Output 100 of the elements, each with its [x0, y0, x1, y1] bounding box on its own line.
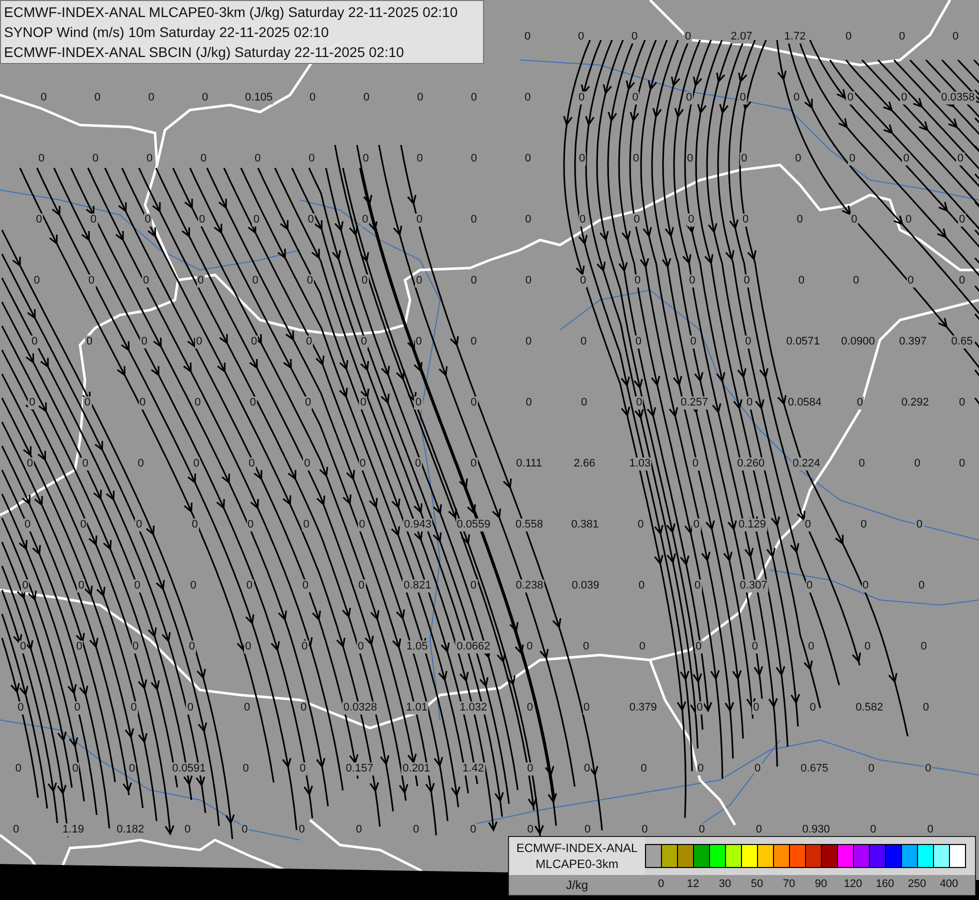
- value-label: 0.129: [737, 518, 767, 532]
- value-label: 0: [688, 274, 696, 288]
- value-label: 0: [298, 762, 307, 776]
- value-label: 0: [302, 518, 310, 532]
- value-label: 0: [248, 458, 256, 470]
- value-label: 0: [754, 762, 762, 776]
- value-label: 0: [415, 214, 424, 226]
- value-label: 0: [356, 640, 365, 654]
- value-label: 0.558: [514, 518, 544, 532]
- value-label: 0: [87, 274, 96, 288]
- value-label: 0.0591: [171, 762, 207, 776]
- value-label: 0: [135, 518, 144, 532]
- value-label: 0: [958, 274, 966, 288]
- value-label: 0: [303, 458, 312, 470]
- value-label: 0: [850, 214, 858, 226]
- value-label: 0: [740, 152, 748, 166]
- value-label: 0: [252, 214, 261, 226]
- value-label: 0: [361, 214, 370, 226]
- value-label: 0: [73, 702, 82, 714]
- value-label: 0: [244, 640, 252, 654]
- value-label: 0: [902, 152, 910, 166]
- value-label: 0.0358: [940, 92, 976, 104]
- value-label: 0: [133, 580, 142, 592]
- value-label: 1.05: [405, 640, 429, 654]
- value-label: 0: [862, 580, 870, 592]
- legend-title: MLCAPE0-3km: [536, 856, 618, 872]
- header-line: ECMWF-INDEX-ANAL MLCAPE0-3km (J/kg) Saturday 22-11-2025 02:10: [4, 3, 459, 22]
- value-label: 0: [848, 152, 856, 166]
- legend-tick-label: 0: [656, 877, 666, 892]
- value-label: 0: [956, 152, 964, 166]
- value-label: 0: [691, 458, 700, 470]
- value-label: 0: [744, 336, 752, 348]
- header-line: SYNOP Wind (m/s) 10m Saturday 22-11-2025 02:10: [4, 23, 330, 42]
- value-label: 0: [194, 396, 202, 410]
- legend-tick-label: 90: [814, 877, 828, 892]
- value-label: 0.0559: [456, 518, 492, 532]
- value-label: 0: [358, 458, 367, 470]
- value-label: 0.224: [792, 458, 822, 470]
- value-label: 0: [578, 152, 586, 166]
- legend-tick-label: 400: [938, 877, 960, 892]
- value-label: 0.65: [950, 336, 974, 348]
- value-label: 0: [414, 458, 422, 470]
- value-label: 1.19: [62, 824, 85, 836]
- value-label: 0: [684, 92, 694, 104]
- value-label: 0: [856, 396, 864, 410]
- value-label: 0: [75, 640, 84, 654]
- value-label: 0.0662: [456, 640, 492, 654]
- value-label: 1.03: [628, 458, 652, 470]
- value-label: 0: [304, 336, 314, 348]
- value-label: 0: [631, 92, 640, 104]
- value-label: 0: [806, 580, 814, 592]
- value-label: 0: [906, 274, 915, 288]
- value-label: 0.257: [680, 396, 710, 410]
- header-line: ECMWF-INDEX-ANAL SBCIN (J/kg) Saturday 22-11-2025 02:10: [4, 43, 405, 62]
- value-label: 0: [26, 458, 34, 470]
- value-label: 0: [358, 518, 366, 532]
- value-label: 0: [186, 702, 194, 714]
- value-label: 0: [738, 92, 747, 104]
- legend-tick-label: 30: [718, 877, 732, 892]
- value-label: 1.032: [458, 702, 488, 714]
- value-label: 0: [304, 396, 312, 410]
- legend-tick-label: 70: [782, 877, 796, 892]
- value-label: 0: [360, 336, 368, 348]
- value-label: 0: [140, 336, 148, 348]
- value-label: 0: [16, 702, 25, 714]
- value-label: 0: [742, 274, 751, 288]
- value-label: 1.72: [783, 30, 807, 44]
- value-label: 0: [415, 274, 424, 288]
- value-label: 0: [306, 214, 315, 226]
- value-label: 0: [130, 702, 138, 714]
- value-label: 0: [634, 274, 642, 288]
- value-label: 0: [301, 580, 310, 592]
- value-label: 0: [846, 92, 854, 104]
- value-label: 0: [142, 274, 150, 288]
- value-label: 0: [188, 640, 196, 654]
- value-label: 0: [692, 518, 701, 532]
- value-label: 0.0328: [342, 702, 378, 714]
- value-label: 0: [362, 152, 370, 166]
- value-label: 0: [359, 396, 368, 410]
- value-label: 0: [83, 396, 92, 410]
- value-label: 0.307: [738, 580, 768, 592]
- value-label: 1.42: [462, 762, 485, 776]
- value-label: 0: [632, 214, 641, 226]
- value-label: 0.943: [403, 518, 433, 532]
- value-label: 0: [144, 214, 152, 226]
- value-label: 0: [77, 580, 86, 592]
- legend-unit: J/kg: [564, 877, 589, 894]
- value-label: 0: [414, 336, 423, 348]
- value-label: 0: [804, 518, 812, 532]
- value-label: 0: [694, 640, 703, 654]
- legend-tick-label: 12: [686, 877, 700, 892]
- value-label: 0: [689, 336, 698, 348]
- value-label: 0: [635, 396, 644, 410]
- value-label: 0: [18, 640, 28, 654]
- value-label: 0.201: [402, 762, 432, 776]
- value-label: 0: [752, 702, 760, 714]
- value-label: 0: [132, 640, 140, 654]
- value-label: 0.157: [344, 762, 374, 776]
- legend-tick-label: 160: [874, 877, 896, 892]
- value-label: 0: [21, 580, 30, 592]
